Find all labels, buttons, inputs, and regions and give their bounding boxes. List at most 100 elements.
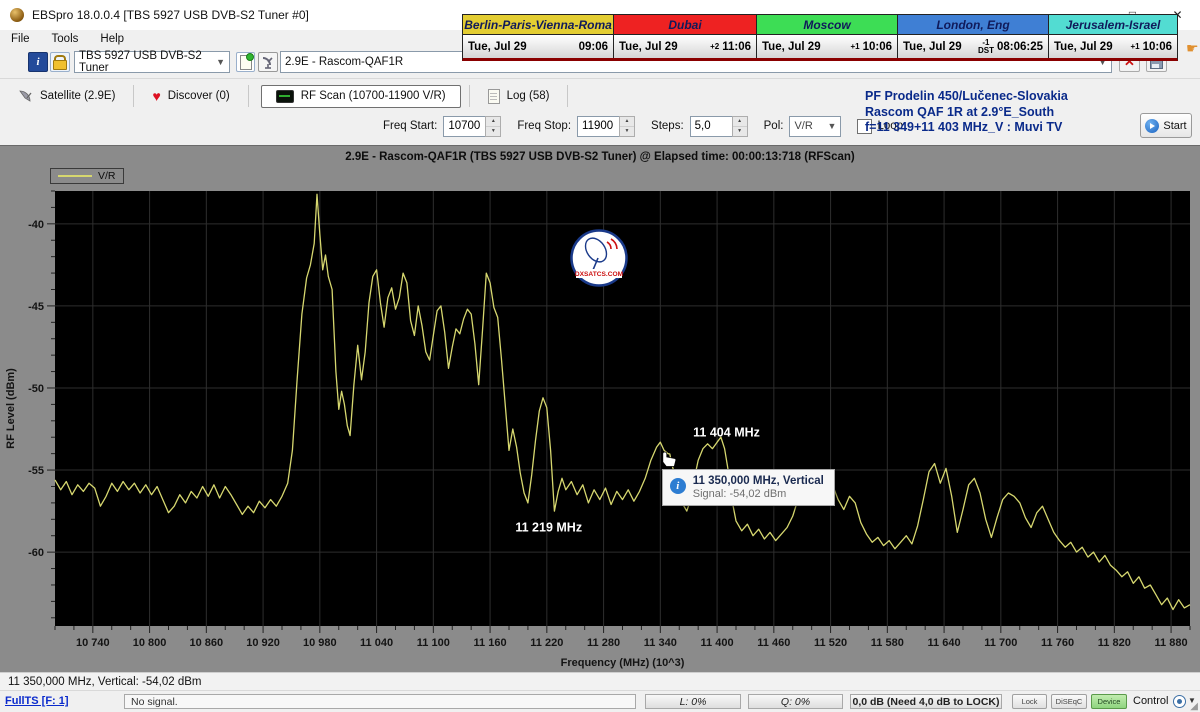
y-tick-label: -40: [28, 219, 44, 231]
pol-select[interactable]: V/R ▼: [789, 116, 841, 137]
x-tick-label: 10 800: [133, 637, 167, 649]
lock-button[interactable]: [50, 52, 70, 72]
x-tick-label: 11 520: [814, 637, 847, 649]
start-button[interactable]: Start: [1140, 113, 1192, 138]
control-icon[interactable]: [1173, 695, 1186, 708]
clock-moscow: Moscow Tue, Jul 29+1 10:06: [757, 15, 898, 58]
x-tick-label: 10 920: [246, 637, 280, 649]
clock-jerusalem: Jerusalem-Israel Tue, Jul 29+1 10:06: [1049, 15, 1177, 58]
x-tick-label: 10 860: [190, 637, 224, 649]
menu-tools[interactable]: Tools: [41, 33, 90, 45]
y-tick-label: -50: [28, 383, 44, 395]
signal-message: No signal.: [124, 694, 636, 709]
cursor-readout-bar: 11 350,000 MHz, Vertical: -54,02 dBm: [0, 672, 1200, 690]
tab-rf-scan[interactable]: RF Scan (10700-11900 V/R): [261, 85, 461, 108]
x-tick-label: 11 280: [587, 637, 620, 649]
quality-indicator: Q: 0%: [748, 694, 843, 709]
device-button[interactable]: Device: [1091, 694, 1127, 709]
steps-input[interactable]: [690, 116, 732, 137]
menu-help[interactable]: Help: [89, 33, 135, 45]
info-line-3: f=11 349+11 403 MHz_V : Muvi TV: [865, 120, 1135, 136]
tab-log[interactable]: Log (58): [478, 85, 560, 108]
x-tick-label: 11 640: [928, 637, 961, 649]
control-label: Control: [1133, 695, 1168, 707]
clock-dubai: Dubai Tue, Jul 29+2 11:06: [614, 15, 757, 58]
antenna-info-panel: PF Prodelin 450/Lučenec-Slovakia Rascom …: [865, 89, 1135, 136]
diseqc-button[interactable]: DiSEqC: [1051, 694, 1087, 709]
menu-file[interactable]: File: [0, 33, 41, 45]
tooltip-title: 11 350,000 MHz, Vertical: [693, 475, 824, 487]
freq-start-input[interactable]: [443, 116, 485, 137]
ebspro-window: EBSpro 18.0.0.4 [TBS 5927 USB DVB-S2 Tun…: [0, 0, 1200, 712]
world-clocks: Berlin-Paris-Vienna-Roma Tue, Jul 29 09:…: [462, 14, 1178, 61]
fullts-link[interactable]: FullTS [F: 1]: [5, 695, 69, 707]
y-tick-label: -60: [28, 547, 44, 559]
resize-grip[interactable]: ◢: [1190, 701, 1198, 712]
steps-label: Steps:: [651, 120, 684, 132]
x-tick-label: 11 400: [701, 637, 734, 649]
clock-berlin: Berlin-Paris-Vienna-Roma Tue, Jul 29 09:…: [463, 15, 614, 58]
info-line-2: Rascom QAF 1R at 2.9°E_South: [865, 105, 1135, 121]
info-icon: i: [36, 56, 39, 68]
rf-scan-chart: 2.9E - Rascom-QAF1R (TBS 5927 USB DVB-S2…: [0, 145, 1200, 673]
lock-status-button[interactable]: Lock: [1012, 694, 1047, 709]
y-tick-label: -45: [28, 301, 44, 313]
x-tick-label: 11 100: [417, 637, 450, 649]
freq-stop-label: Freq Stop:: [517, 120, 571, 132]
spectrum-plot[interactable]: 10 740 10 800 10 860 10 920 10 980 11 040 11 1…: [0, 146, 1200, 673]
annotation-label: 11 219 MHz: [515, 521, 582, 535]
rf-scan-icon: [276, 90, 294, 103]
freq-start-label: Freq Start:: [383, 120, 437, 132]
x-axis-title: Frequency (MHz) (10^3): [561, 657, 685, 669]
tooltip-signal: Signal: -54,02 dBm: [693, 488, 824, 500]
freq-start-stepper[interactable]: ▲▼: [485, 116, 501, 137]
x-tick-label: 10 740: [76, 637, 110, 649]
x-tick-label: 11 880: [1155, 637, 1188, 649]
freq-stop-input[interactable]: [577, 116, 619, 137]
x-tick-label: 11 460: [757, 637, 790, 649]
satellite-dish-icon: [18, 89, 33, 103]
heart-icon: ♥: [152, 91, 160, 101]
antenna-button[interactable]: [258, 52, 278, 72]
document-icon: [488, 89, 500, 104]
x-tick-label: 11 760: [1041, 637, 1074, 649]
x-tick-label: 11 580: [871, 637, 904, 649]
info-icon: i: [670, 478, 686, 494]
status-bar: FullTS [F: 1] No signal. L: 0% Q: 0% 0,0…: [0, 690, 1200, 712]
x-tick-label: 11 700: [984, 637, 1017, 649]
x-tick-label: 11 040: [360, 637, 393, 649]
x-tick-label: 11 340: [644, 637, 677, 649]
window-title: EBSpro 18.0.0.4 [TBS 5927 USB DVB-S2 Tun…: [32, 8, 309, 22]
snr-indicator: 0,0 dB (Need 4,0 dB to LOCK): [850, 694, 1002, 709]
antenna-icon: [261, 55, 275, 69]
freq-stop-stepper[interactable]: ▲▼: [619, 116, 635, 137]
signal-tooltip: i 11 350,000 MHz, Vertical Signal: -54,0…: [662, 469, 835, 506]
scan-controls: Freq Start: ▲▼ Freq Stop: ▲▼ Steps: ▲▼ P…: [383, 114, 909, 138]
steps-stepper[interactable]: ▲▼: [732, 116, 748, 137]
y-tick-label: -55: [28, 465, 44, 477]
chevron-down-icon: ▼: [828, 121, 837, 131]
x-tick-label: 11 820: [1098, 637, 1131, 649]
app-icon: [10, 8, 24, 22]
tuner-select[interactable]: TBS 5927 USB DVB-S2 Tuner ▼: [74, 51, 230, 73]
logo-text: DXSATCS.COM: [575, 271, 624, 278]
x-tick-label: 11 160: [474, 637, 507, 649]
info-button[interactable]: i: [28, 52, 48, 72]
pol-label: Pol:: [764, 120, 784, 132]
dxsatcs-logo: DXSATCS.COM: [569, 228, 629, 288]
connect-note-button[interactable]: [236, 52, 255, 72]
x-tick-label: 11 220: [530, 637, 563, 649]
chevron-down-icon: ▼: [216, 57, 225, 67]
note-icon: [240, 55, 252, 70]
x-tick-label: 10 980: [303, 637, 337, 649]
tab-satellite[interactable]: Satellite (2.9E): [8, 85, 125, 107]
play-icon: [1145, 119, 1159, 133]
pointer-hand-icon: ☛: [1186, 40, 1199, 57]
level-indicator: L: 0%: [645, 694, 741, 709]
annotation-label: 11 404 MHz: [693, 425, 760, 439]
y-axis-title: RF Level (dBm): [5, 368, 17, 449]
cursor-readout: 11 350,000 MHz, Vertical: -54,02 dBm: [8, 676, 201, 688]
tab-discover[interactable]: ♥ Discover (0): [142, 86, 239, 106]
info-line-1: PF Prodelin 450/Lučenec-Slovakia: [865, 89, 1135, 105]
clock-london: London, Eng Tue, Jul 29-1DST08:06:25: [898, 15, 1049, 58]
